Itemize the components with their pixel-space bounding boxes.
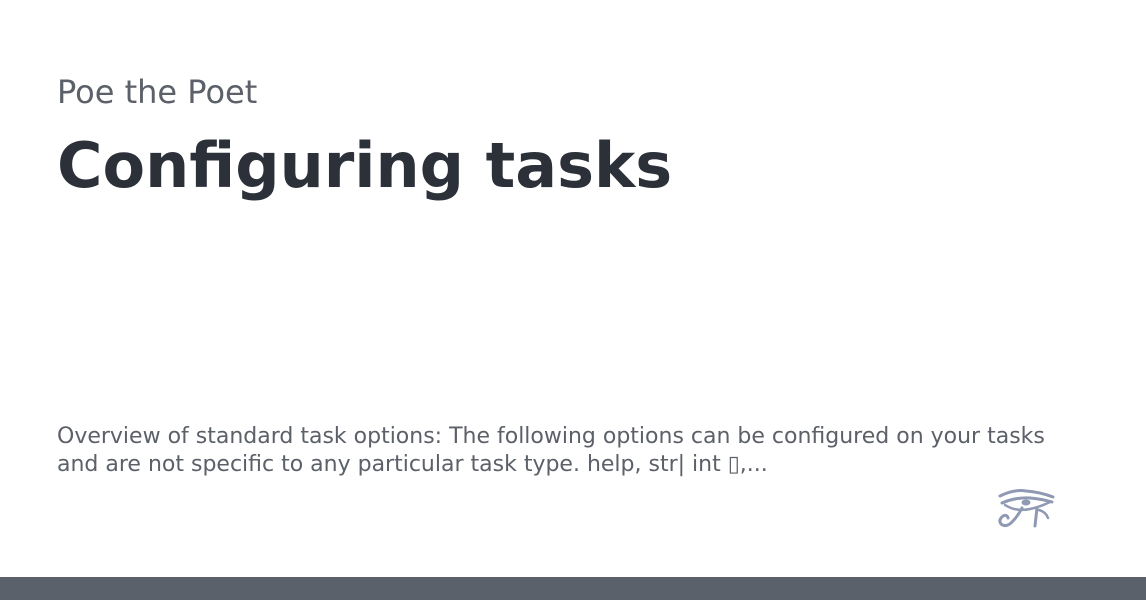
- footer-bar: [0, 577, 1146, 600]
- page-description: Overview of standard task options: The f…: [57, 424, 1045, 477]
- social-preview-card: Poe the Poet Configuring tasks Overview …: [0, 0, 1146, 600]
- site-name: Poe the Poet: [57, 73, 258, 111]
- page-title: Configuring tasks: [57, 129, 673, 202]
- eye-of-horus-icon: [998, 489, 1055, 528]
